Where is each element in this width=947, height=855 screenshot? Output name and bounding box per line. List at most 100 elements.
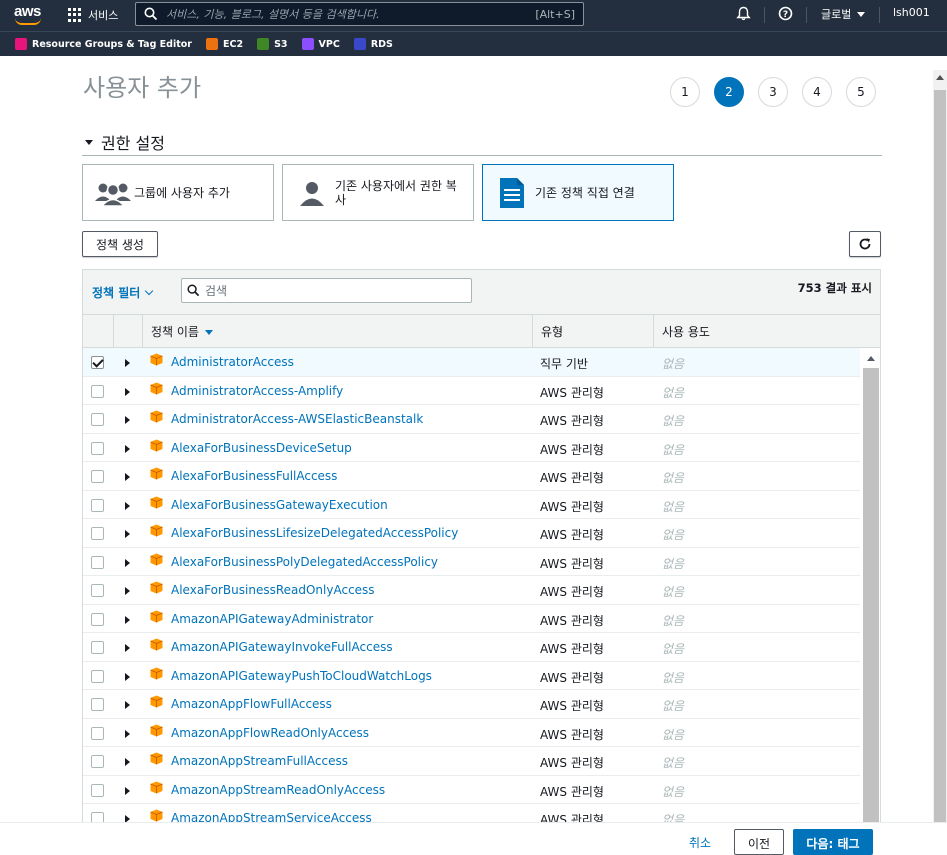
row-checkbox[interactable] <box>91 441 104 455</box>
table-row[interactable]: AlexaForBusinessDeviceSetup AWS 관리형 없음 <box>83 434 860 462</box>
table-row[interactable]: AlexaForBusinessLifesizeDelegatedAccessP… <box>83 519 860 548</box>
expand-icon[interactable] <box>125 359 130 367</box>
policy-name-link[interactable]: AlexaForBusinessReadOnlyAccess <box>171 583 375 597</box>
row-checkbox[interactable] <box>91 413 104 426</box>
row-checkbox[interactable] <box>91 755 104 768</box>
policy-name-link[interactable]: AlexaForBusinessPolyDelegatedAccessPolic… <box>171 555 438 569</box>
policy-name-link[interactable]: AlexaForBusinessLifesizeDelegatedAccessP… <box>171 526 458 540</box>
page-scrollbar[interactable] <box>933 70 947 847</box>
policy-name-link[interactable]: AdministratorAccess-Amplify <box>171 384 343 398</box>
table-row[interactable]: AdministratorAccess-Amplify AWS 관리형 없음 <box>83 377 860 405</box>
create-policy-button[interactable]: 정책 생성 <box>82 231 158 257</box>
row-checkbox[interactable] <box>91 584 104 597</box>
policy-name-link[interactable]: AlexaForBusinessDeviceSetup <box>171 441 352 455</box>
step-1[interactable]: 1 <box>670 77 700 107</box>
user-menu[interactable]: lsh001 <box>893 6 930 19</box>
table-scroll-thumb[interactable] <box>863 368 879 828</box>
row-checkbox[interactable] <box>91 527 104 540</box>
table-scrollbar[interactable] <box>862 348 880 828</box>
page-scroll-thumb[interactable] <box>934 90 946 847</box>
policy-search-input[interactable]: 검색 <box>181 278 472 303</box>
expand-icon[interactable] <box>125 416 130 424</box>
cancel-link[interactable]: 취소 <box>689 834 711 851</box>
table-row[interactable]: AmazonAppFlowFullAccess AWS 관리형 없음 <box>83 690 860 719</box>
option-attach-policies[interactable]: 기존 정책 직접 연결 <box>482 164 674 221</box>
expand-icon[interactable] <box>125 615 130 624</box>
next-button[interactable]: 다음: 태그 <box>793 829 873 855</box>
policy-name-link[interactable]: AlexaForBusinessGatewayExecution <box>171 498 388 512</box>
region-menu[interactable]: 글로벌 <box>821 6 866 22</box>
table-row[interactable]: AlexaForBusinessGatewayExecution AWS 관리형 없… <box>83 491 860 519</box>
row-checkbox[interactable] <box>91 498 104 512</box>
bookmark-s3[interactable]: S3 <box>257 38 288 50</box>
expand-icon[interactable] <box>125 387 130 396</box>
policy-name-link[interactable]: AmazonAppStreamFullAccess <box>171 754 348 768</box>
expand-icon[interactable] <box>125 473 130 481</box>
table-row[interactable]: AmazonAPIGatewayPushToCloudWatchLogs AWS … <box>83 662 860 690</box>
row-checkbox[interactable] <box>91 641 104 654</box>
row-checkbox[interactable] <box>91 612 104 626</box>
table-row[interactable]: AmazonAPIGatewayInvokeFullAccess AWS 관리형 없… <box>83 633 860 662</box>
notifications-button[interactable] <box>736 6 751 21</box>
option-copy-permissions[interactable]: 기존 사용자에서 권한 복사 <box>282 164 474 221</box>
expand-icon[interactable] <box>125 530 130 538</box>
row-checkbox[interactable] <box>91 356 104 369</box>
row-checkbox[interactable] <box>91 555 104 569</box>
services-menu-button[interactable]: 서비스 <box>68 6 118 24</box>
refresh-button[interactable] <box>849 231 881 257</box>
expand-icon[interactable] <box>125 558 130 567</box>
bookmark-rds[interactable]: RDS <box>353 38 393 50</box>
aws-logo[interactable]: aws <box>13 3 45 27</box>
help-button[interactable]: ? <box>778 6 793 21</box>
policy-name-link[interactable]: AmazonAppFlowReadOnlyAccess <box>171 726 369 740</box>
scroll-up-icon[interactable] <box>867 356 875 361</box>
step-4[interactable]: 4 <box>802 77 832 107</box>
policy-name-link[interactable]: AmazonAPIGatewayInvokeFullAccess <box>171 640 393 654</box>
expand-icon[interactable] <box>125 701 130 709</box>
policy-name-link[interactable]: AmazonAppFlowFullAccess <box>171 697 332 711</box>
expand-icon[interactable] <box>125 672 130 681</box>
row-checkbox[interactable] <box>91 470 104 483</box>
policy-name-link[interactable]: AmazonAPIGatewayPushToCloudWatchLogs <box>171 669 432 683</box>
table-row[interactable]: AmazonAppStreamFullAccess AWS 관리형 없음 <box>83 747 860 776</box>
policy-name-link[interactable]: AmazonAPIGatewayAdministrator <box>171 612 373 626</box>
table-row[interactable]: AlexaForBusinessFullAccess AWS 관리형 없음 <box>83 462 860 491</box>
row-checkbox[interactable] <box>91 698 104 711</box>
header-policy-name[interactable]: 정책 이름 <box>142 315 532 348</box>
permissions-section-toggle[interactable]: 권한 설정 <box>85 130 165 154</box>
expand-icon[interactable] <box>125 786 130 795</box>
table-row[interactable]: AlexaForBusinessPolyDelegatedAccessPolic… <box>83 548 860 576</box>
row-checkbox[interactable] <box>91 783 104 797</box>
bookmark-vpc[interactable]: VPC <box>301 38 340 50</box>
expand-icon[interactable] <box>125 729 130 738</box>
global-search-input[interactable]: 서비스, 기능, 블로그, 설명서 등을 검색합니다. [Alt+S] <box>135 2 584 26</box>
step-5[interactable]: 5 <box>846 77 876 107</box>
header-type[interactable]: 유형 <box>532 315 653 348</box>
policy-name-link[interactable]: AdministratorAccess-AWSElasticBeanstalk <box>171 412 423 426</box>
expand-icon[interactable] <box>125 587 130 595</box>
table-row[interactable]: AmazonAppFlowReadOnlyAccess AWS 관리형 없음 <box>83 719 860 747</box>
table-row[interactable]: AlexaForBusinessReadOnlyAccess AWS 관리형 없음 <box>83 576 860 605</box>
policy-name-link[interactable]: AmazonAppStreamReadOnlyAccess <box>171 783 385 797</box>
table-row[interactable]: AmazonAPIGatewayAdministrator AWS 관리형 없음 <box>83 605 860 633</box>
expand-icon[interactable] <box>125 501 130 510</box>
expand-icon[interactable] <box>125 644 130 652</box>
table-row[interactable]: AmazonAppStreamReadOnlyAccess AWS 관리형 없음 <box>83 776 860 804</box>
scroll-up-icon[interactable] <box>936 75 944 80</box>
policy-filter-dropdown[interactable]: 정책 필터 <box>92 284 154 301</box>
step-2[interactable]: 2 <box>714 77 744 107</box>
expand-icon[interactable] <box>125 758 130 766</box>
row-checkbox[interactable] <box>91 384 104 398</box>
table-row[interactable]: AdministratorAccess 직무 기반 없음 <box>83 348 860 377</box>
step-3[interactable]: 3 <box>758 77 788 107</box>
header-usage[interactable]: 사용 용도 <box>653 315 880 348</box>
row-checkbox[interactable] <box>91 726 104 740</box>
bookmark-ec2[interactable]: EC2 <box>205 38 243 50</box>
expand-icon[interactable] <box>125 444 130 453</box>
policy-name-link[interactable]: AdministratorAccess <box>171 355 294 369</box>
policy-name-link[interactable]: AlexaForBusinessFullAccess <box>171 469 337 483</box>
table-row[interactable]: AdministratorAccess-AWSElasticBeanstalk A… <box>83 405 860 434</box>
row-checkbox[interactable] <box>91 669 104 683</box>
bookmark-resource-groups[interactable]: Resource Groups & Tag Editor <box>15 38 192 50</box>
option-add-to-group[interactable]: 그룹에 사용자 추가 <box>82 164 274 221</box>
